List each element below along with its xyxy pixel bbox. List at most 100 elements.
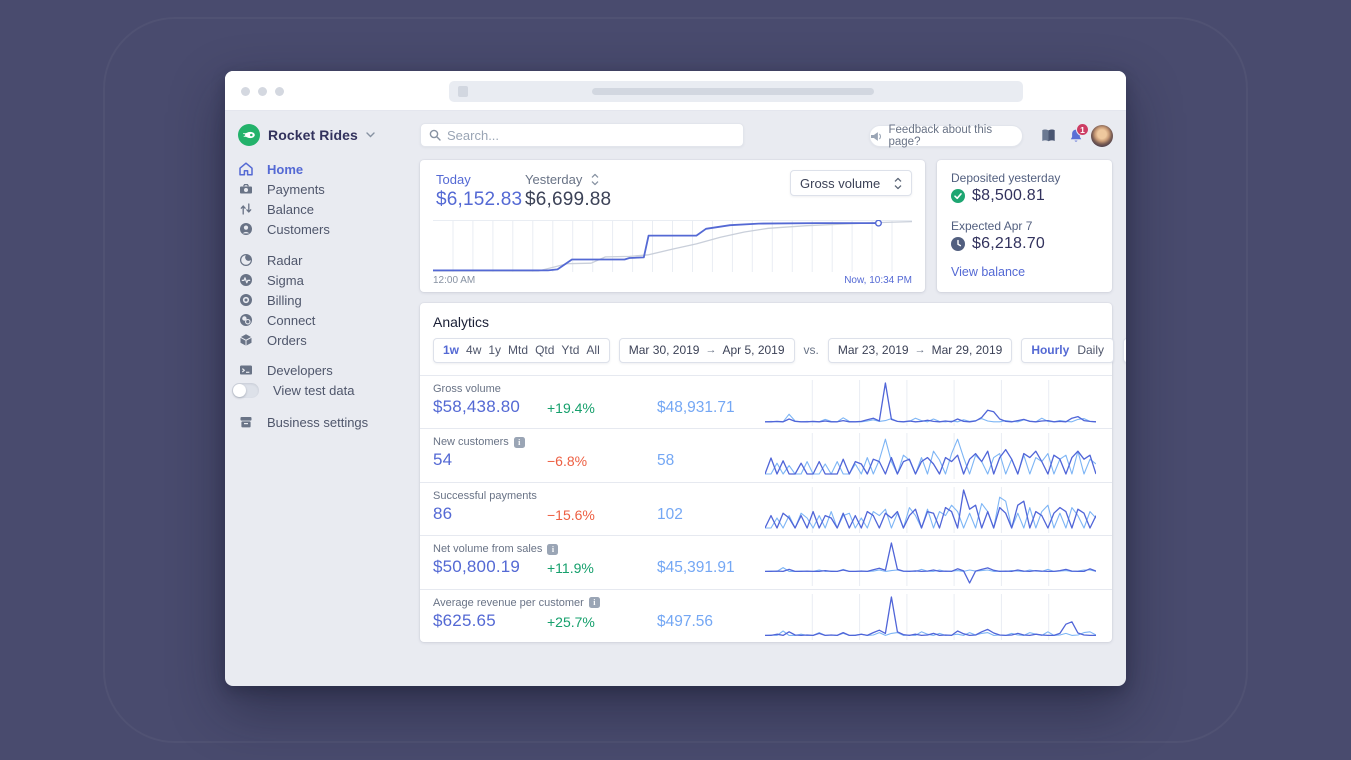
arrow-right-icon: → xyxy=(705,344,717,356)
docs-button[interactable] xyxy=(1040,128,1057,149)
range-option-1y[interactable]: 1y xyxy=(488,343,501,357)
sidebar-item-label: Payments xyxy=(267,181,325,197)
customers-icon xyxy=(238,222,253,236)
metric-value: 54 xyxy=(433,450,453,470)
info-icon[interactable]: i xyxy=(588,597,600,609)
account-switcher[interactable]: Rocket Rides xyxy=(238,124,375,146)
sidebar-item-payments[interactable]: Payments xyxy=(238,179,418,199)
metric-compare-value: 102 xyxy=(657,505,683,523)
sidebar-item-radar[interactable]: Radar xyxy=(238,250,418,270)
average-revenue-sparkline xyxy=(764,593,1097,640)
customize-button[interactable]: Customize xyxy=(1123,337,1126,363)
search-icon xyxy=(429,129,441,141)
metric-delta: −15.6% xyxy=(547,506,595,523)
sidebar-item-label: Customers xyxy=(267,221,330,237)
metric-row-gross-volume[interactable]: Gross volume $58,438.80 +19.4% $48,931.7… xyxy=(420,375,1112,428)
address-bar[interactable] xyxy=(449,81,1023,102)
deposited-label: Deposited yesterday xyxy=(951,171,1061,185)
analytics-card: Analytics 1w 4w 1y Mtd Qtd Ytd All Mar 3… xyxy=(420,303,1126,642)
metric-row-successful-payments[interactable]: Successful payments 86 −15.6% 102 xyxy=(420,481,1112,535)
range-option-1w[interactable]: 1w xyxy=(443,343,459,357)
x-axis-start-label: 12:00 AM xyxy=(433,275,476,286)
sidebar-item-label: Connect xyxy=(267,312,316,328)
range-option-mtd[interactable]: Mtd xyxy=(508,343,528,357)
home-icon xyxy=(238,162,253,176)
test-data-toggle[interactable] xyxy=(232,382,259,398)
compare-date-range-picker[interactable]: Mar 23, 2019 → Mar 29, 2019 xyxy=(827,337,1013,363)
sidebar-item-billing[interactable]: Billing xyxy=(238,290,418,310)
today-value: $6,152.83 xyxy=(436,189,523,210)
sidebar-item-label: Orders xyxy=(267,332,307,348)
metric-delta: +11.9% xyxy=(547,560,594,577)
metric-label: Average revenue per customer xyxy=(433,596,584,609)
book-icon xyxy=(1042,129,1055,142)
gross-volume-line-chart[interactable] xyxy=(432,219,913,272)
metric-delta: +25.7% xyxy=(547,613,595,630)
sidebar-item-label: Business settings xyxy=(267,414,369,430)
feedback-button[interactable]: Feedback about this page? xyxy=(869,124,1023,148)
megaphone-icon xyxy=(870,131,881,141)
billing-icon xyxy=(238,293,253,307)
metric-compare-value: $45,391.91 xyxy=(657,559,735,577)
desktop-background: Rocket Rides Home Payments Balance Custo… xyxy=(0,0,1351,760)
analytics-filter-bar: 1w 4w 1y Mtd Qtd Ytd All Mar 30, 2019 → … xyxy=(433,337,1126,363)
sidebar-item-business-settings[interactable]: Business settings xyxy=(238,412,418,432)
metric-row-new-customers[interactable]: New customers i 54 −6.8% 58 xyxy=(420,428,1112,481)
info-icon[interactable]: i xyxy=(547,543,559,555)
expected-label: Expected Apr 7 xyxy=(951,219,1033,233)
granularity-hourly[interactable]: Hourly xyxy=(1031,343,1069,357)
metric-value: 86 xyxy=(433,503,453,523)
search-input[interactable] xyxy=(447,127,735,143)
notifications-button[interactable]: 1 xyxy=(1068,123,1089,150)
primary-date-range-picker[interactable]: Mar 30, 2019 → Apr 5, 2019 xyxy=(618,337,795,363)
new-customers-sparkline xyxy=(764,433,1097,480)
sidebar-item-developers[interactable]: Developers xyxy=(238,360,418,380)
sidebar-item-label: Sigma xyxy=(267,272,304,288)
feedback-label: Feedback about this page? xyxy=(888,124,993,148)
window-close-button[interactable] xyxy=(241,87,250,96)
sort-updown-icon[interactable] xyxy=(591,173,599,186)
window-zoom-button[interactable] xyxy=(275,87,284,96)
successful-payments-sparkline xyxy=(764,486,1097,533)
sidebar-section-gap xyxy=(238,400,418,412)
range-option-qtd[interactable]: Qtd xyxy=(535,343,554,357)
sidebar-item-balance[interactable]: Balance xyxy=(238,199,418,219)
sidebar-section-gap xyxy=(238,350,418,360)
today-overview-card: Today $6,152.83 Yesterday $6,699.88 Gros… xyxy=(420,160,925,292)
sidebar-item-customers[interactable]: Customers xyxy=(238,219,418,239)
range-option-4w[interactable]: 4w xyxy=(466,343,481,357)
info-icon[interactable]: i xyxy=(513,436,525,448)
sidebar-item-orders[interactable]: Orders xyxy=(238,330,418,350)
sidebar-item-label: Balance xyxy=(267,201,314,217)
arrow-right-icon: → xyxy=(914,344,926,356)
sidebar-item-home[interactable]: Home xyxy=(238,159,418,179)
business-settings-icon xyxy=(238,415,253,429)
sidebar-item-label: Developers xyxy=(267,362,333,378)
radar-icon xyxy=(238,253,253,267)
range-option-all[interactable]: All xyxy=(586,343,599,357)
sidebar-item-connect[interactable]: Connect xyxy=(238,310,418,330)
sidebar-item-view-test-data[interactable]: View test data xyxy=(232,380,418,400)
granularity-daily[interactable]: Daily xyxy=(1077,343,1104,357)
metric-select[interactable]: Gross volume xyxy=(790,170,912,196)
metric-compare-value: $48,931.71 xyxy=(657,399,735,416)
sidebar-section-gap xyxy=(238,239,418,250)
compare-range-end: Mar 29, 2019 xyxy=(931,343,1003,357)
global-search[interactable] xyxy=(420,123,744,147)
metric-row-net-volume[interactable]: Net volume from sales i $50,800.19 +11.9%… xyxy=(420,535,1112,588)
select-chevrons-icon xyxy=(894,177,902,189)
metric-row-average-revenue[interactable]: Average revenue per customer i $625.65 +2… xyxy=(420,588,1112,642)
range-option-ytd[interactable]: Ytd xyxy=(561,343,579,357)
chevron-down-icon xyxy=(366,132,375,138)
user-avatar[interactable] xyxy=(1091,125,1113,147)
sidebar-nav: Home Payments Balance Customers Radar Si… xyxy=(232,159,418,432)
window-minimize-button[interactable] xyxy=(258,87,267,96)
deposited-value: $8,500.81 xyxy=(972,187,1045,204)
view-balance-link[interactable]: View balance xyxy=(951,265,1025,279)
today-label: Today xyxy=(436,172,471,187)
gross-volume-sparkline xyxy=(764,380,1097,426)
metric-label: New customers xyxy=(433,436,509,449)
connect-icon xyxy=(238,313,253,327)
metric-select-value: Gross volume xyxy=(800,175,881,191)
sidebar-item-sigma[interactable]: Sigma xyxy=(238,270,418,290)
